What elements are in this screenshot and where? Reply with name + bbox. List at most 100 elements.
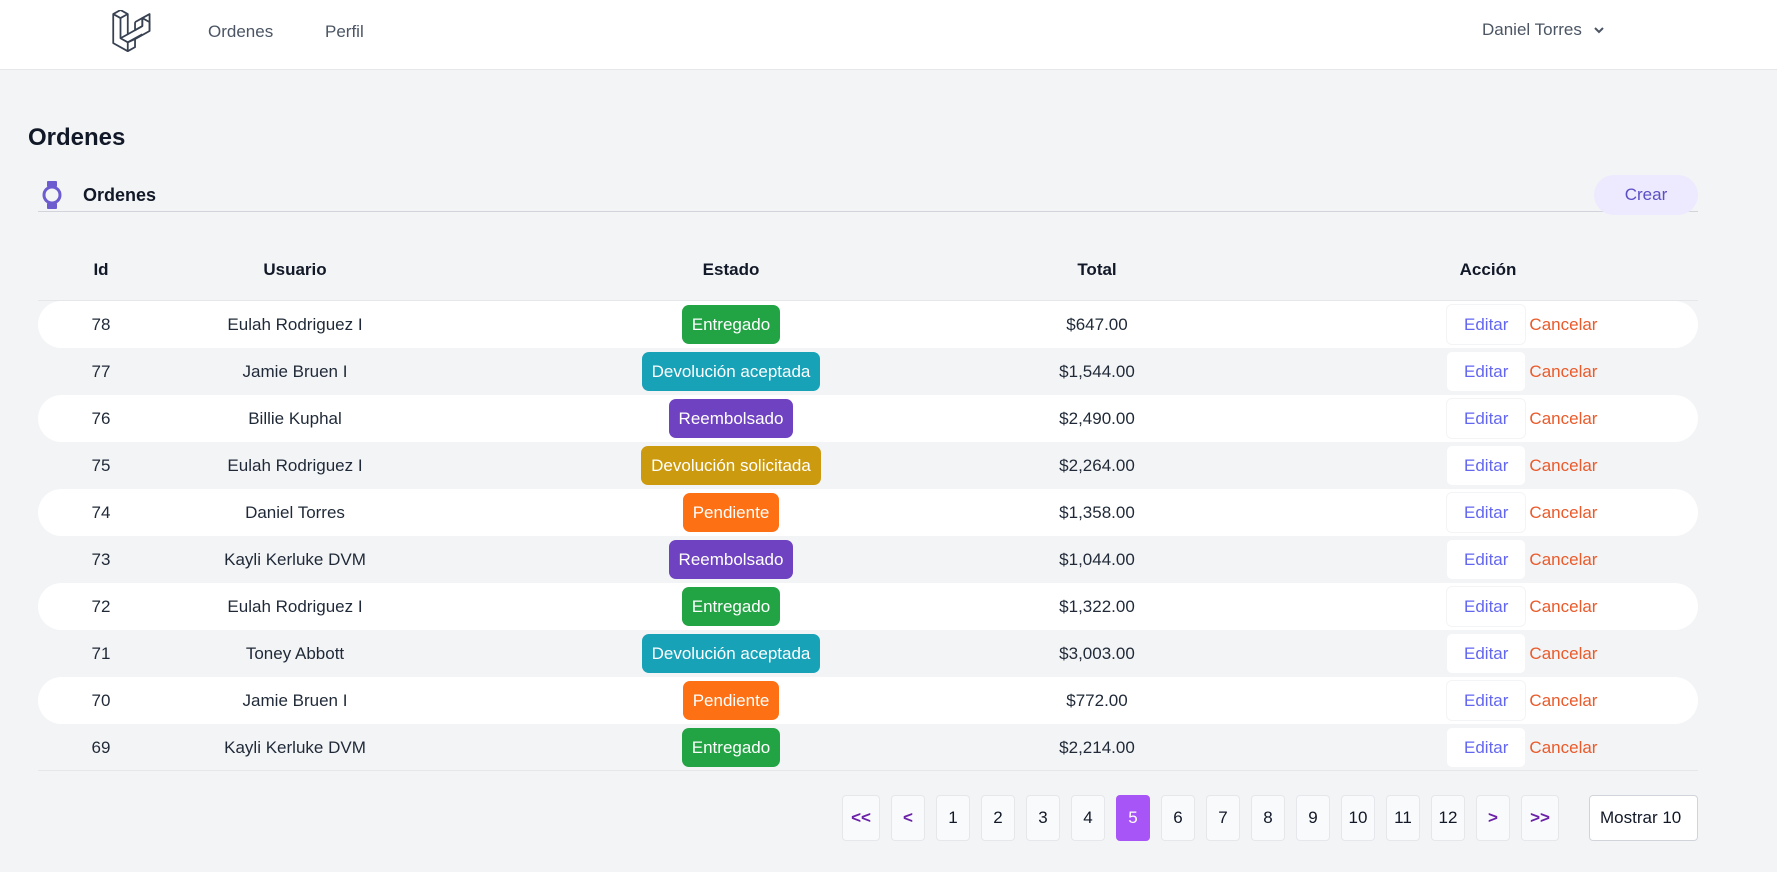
status-badge: Devolución aceptada [641, 352, 821, 391]
cancel-button[interactable]: Cancelar [1529, 644, 1597, 664]
status-badge: Pendiente [682, 493, 780, 532]
cell-estado: Devolución aceptada [426, 630, 1036, 677]
page-button-12[interactable]: 12 [1431, 795, 1465, 841]
table-row: 74 Daniel Torres Pendiente $1,358.00 Editar C… [38, 489, 1698, 536]
cell-total: $3,003.00 [1059, 643, 1135, 663]
cell-estado: Devolución solicitada [426, 442, 1036, 489]
table-row: 69 Kayli Kerluke DVM Entregado $2,214.00 Edi… [38, 724, 1698, 771]
page-button-7[interactable]: 7 [1206, 795, 1240, 841]
cancel-button[interactable]: Cancelar [1529, 503, 1597, 523]
page-button-8[interactable]: 8 [1251, 795, 1285, 841]
column-header-usuario[interactable]: Usuario [164, 260, 426, 280]
laravel-logo-icon[interactable] [110, 10, 152, 52]
edit-button[interactable]: Editar [1446, 680, 1527, 721]
table-row: 73 Kayli Kerluke DVM Reembolsado $1,044.00 E… [38, 536, 1698, 583]
table-body: 78 Eulah Rodriguez I Entregado $647.00 Edita… [38, 301, 1698, 771]
edit-button[interactable]: Editar [1446, 586, 1527, 627]
cell-estado: Devolución aceptada [426, 348, 1036, 395]
cell-total: $1,322.00 [1059, 596, 1135, 616]
cell-usuario: Jamie Bruen I [242, 361, 348, 381]
table-row: 78 Eulah Rodriguez I Entregado $647.00 Edita… [38, 301, 1698, 348]
user-menu-dropdown[interactable]: Daniel Torres [1482, 20, 1606, 40]
per-page-select[interactable]: Mostrar 10 [1589, 795, 1698, 841]
cell-usuario: Eulah Rodriguez I [227, 314, 363, 334]
chevron-down-icon [1594, 27, 1604, 34]
top-navbar: Ordenes Perfil Daniel Torres [0, 0, 1777, 70]
next-page-button[interactable]: > [1476, 795, 1510, 841]
edit-button[interactable]: Editar [1446, 727, 1527, 768]
cell-total: $1,544.00 [1059, 361, 1135, 381]
table-row: 70 Jamie Bruen I Pendiente $772.00 Editar Can… [38, 677, 1698, 724]
cancel-button[interactable]: Cancelar [1529, 597, 1597, 617]
page-button-3[interactable]: 3 [1026, 795, 1060, 841]
cell-id: 72 [91, 596, 111, 616]
user-name: Daniel Torres [1482, 20, 1582, 39]
cell-id: 76 [91, 408, 111, 428]
page-button-9[interactable]: 9 [1296, 795, 1330, 841]
table-row: 76 Billie Kuphal Reembolsado $2,490.00 Edita… [38, 395, 1698, 442]
nav-link-perfil[interactable]: Perfil [325, 22, 364, 42]
cell-total: $647.00 [1066, 314, 1128, 334]
edit-button[interactable]: Editar [1446, 398, 1527, 439]
column-header-accion: Acción [1459, 260, 1517, 279]
cell-accion: Editar Cancelar [1408, 489, 1708, 536]
table-header: Id Usuario Estado Total Acción [38, 238, 1698, 301]
cell-usuario: Daniel Torres [245, 502, 345, 522]
status-badge: Entregado [681, 305, 781, 344]
edit-button[interactable]: Editar [1446, 633, 1527, 674]
edit-button[interactable]: Editar [1446, 539, 1527, 580]
nav-link-ordenes[interactable]: Ordenes [208, 22, 273, 42]
cell-total: $2,264.00 [1059, 455, 1135, 475]
cell-accion: Editar Cancelar [1408, 301, 1708, 348]
cell-accion: Editar Cancelar [1408, 536, 1708, 583]
edit-button[interactable]: Editar [1446, 445, 1527, 486]
page-button-11[interactable]: 11 [1386, 795, 1420, 841]
watch-icon [42, 181, 62, 209]
cell-accion: Editar Cancelar [1408, 583, 1708, 630]
cancel-button[interactable]: Cancelar [1529, 456, 1597, 476]
cell-id: 69 [91, 737, 111, 757]
prev-page-button[interactable]: < [891, 795, 925, 841]
page-button-6[interactable]: 6 [1161, 795, 1195, 841]
cancel-button[interactable]: Cancelar [1529, 409, 1597, 429]
cancel-button[interactable]: Cancelar [1529, 550, 1597, 570]
cancel-button[interactable]: Cancelar [1529, 315, 1597, 335]
page-button-2[interactable]: 2 [981, 795, 1015, 841]
cancel-button[interactable]: Cancelar [1529, 691, 1597, 711]
column-header-id[interactable]: Id [38, 260, 164, 280]
page-button-5[interactable]: 5 [1116, 795, 1150, 841]
cell-id: 73 [91, 549, 111, 569]
cell-estado: Entregado [426, 583, 1036, 630]
status-badge: Reembolsado [668, 540, 794, 579]
cell-id: 77 [91, 361, 111, 381]
column-header-total[interactable]: Total [1036, 260, 1158, 280]
status-badge: Entregado [681, 728, 781, 767]
create-button[interactable]: Crear [1594, 175, 1698, 215]
cell-id: 78 [91, 314, 111, 334]
first-page-button[interactable]: << [842, 795, 880, 841]
status-badge: Devolución solicitada [641, 446, 821, 485]
page-button-4[interactable]: 4 [1071, 795, 1105, 841]
cell-accion: Editar Cancelar [1408, 395, 1708, 442]
cell-usuario: Kayli Kerluke DVM [224, 737, 366, 757]
table-row: 71 Toney Abbott Devolución aceptada $3,003.… [38, 630, 1698, 677]
page-title: Ordenes [28, 124, 126, 151]
cell-accion: Editar Cancelar [1408, 348, 1708, 395]
last-page-button[interactable]: >> [1521, 795, 1559, 841]
status-badge: Reembolsado [668, 399, 794, 438]
edit-button[interactable]: Editar [1446, 351, 1527, 392]
page-button-10[interactable]: 10 [1341, 795, 1375, 841]
edit-button[interactable]: Editar [1446, 492, 1527, 533]
status-badge: Pendiente [682, 681, 780, 720]
orders-table: Id Usuario Estado Total Acción 78 Eulah R… [38, 238, 1698, 771]
edit-button[interactable]: Editar [1446, 304, 1527, 345]
cell-usuario: Eulah Rodriguez I [227, 596, 363, 616]
cell-usuario: Toney Abbott [245, 643, 345, 663]
cell-total: $2,214.00 [1059, 737, 1135, 757]
section-title: Ordenes [83, 185, 157, 205]
page-button-1[interactable]: 1 [936, 795, 970, 841]
cancel-button[interactable]: Cancelar [1529, 362, 1597, 382]
cell-estado: Pendiente [426, 489, 1036, 536]
column-header-estado[interactable]: Estado [426, 260, 1036, 280]
cancel-button[interactable]: Cancelar [1529, 738, 1597, 758]
